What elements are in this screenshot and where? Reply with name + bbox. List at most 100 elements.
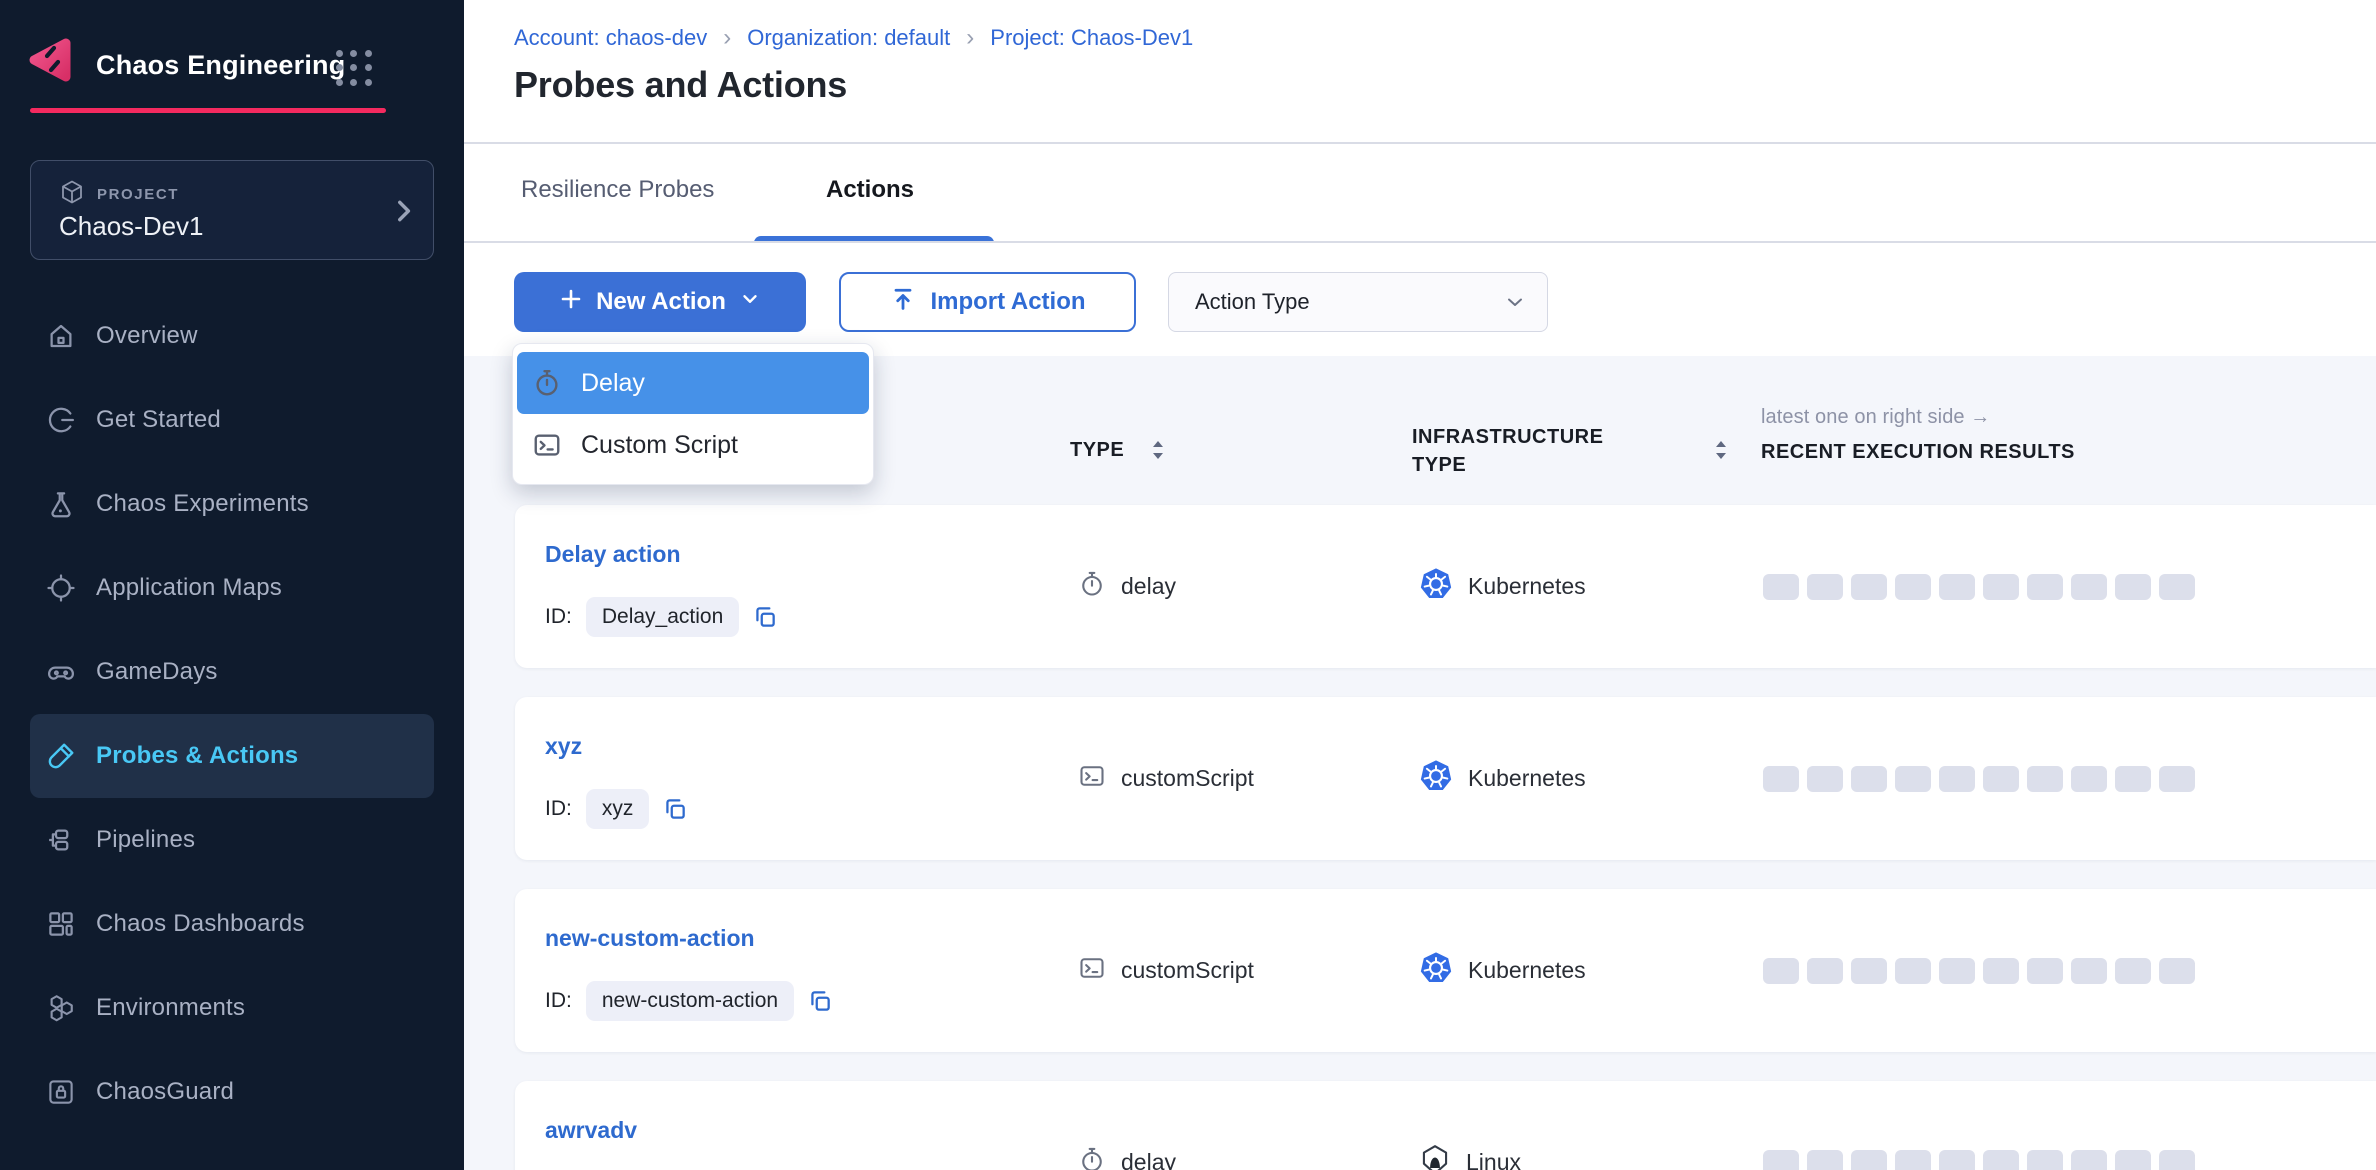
execution-result-placeholder: [1983, 958, 2019, 984]
execution-result-placeholder: [1807, 958, 1843, 984]
execution-result-placeholder: [1983, 574, 2019, 600]
new-action-menu: Delay Custom Script: [512, 343, 874, 485]
app-title: Chaos Engineering: [96, 50, 345, 81]
project-label: PROJECT: [97, 186, 179, 203]
table-row: new-custom-action ID: new-custom-action: [515, 889, 2376, 1052]
sidebar-item-label: Application Maps: [96, 574, 282, 602]
execution-result-placeholder: [1939, 766, 1975, 792]
column-header-type[interactable]: TYPE: [1070, 436, 1124, 464]
execution-result-placeholder: [2159, 766, 2195, 792]
sidebar-item-overview[interactable]: Overview: [30, 294, 434, 378]
sidebar-item-probes-and-actions[interactable]: Probes & Actions: [30, 714, 434, 798]
chevron-down-icon: [739, 288, 761, 317]
breadcrumb-project-link[interactable]: Project: Chaos-Dev1: [990, 25, 1193, 51]
execution-result-placeholder: [2071, 766, 2107, 792]
action-type-filter[interactable]: Action Type: [1168, 272, 1548, 332]
id-label: ID:: [545, 989, 572, 1013]
terminal-icon: [531, 429, 563, 461]
menu-item-label: Custom Script: [581, 431, 738, 460]
column-header-infrastructure-type[interactable]: INFRASTRUCTURE TYPE: [1412, 423, 1603, 479]
new-action-label: New Action: [596, 288, 726, 316]
infrastructure-cell: Linux: [1419, 1081, 1521, 1170]
execution-result-placeholder: [2115, 958, 2151, 984]
copy-icon[interactable]: [752, 604, 778, 630]
stopwatch-icon: [1078, 1146, 1106, 1170]
sidebar-item-chaos-dashboards[interactable]: Chaos Dashboards: [30, 882, 434, 966]
breadcrumb-organization-link[interactable]: Organization: default: [747, 25, 950, 51]
recent-execution-results: [1763, 1081, 2195, 1170]
tab-actions[interactable]: Actions: [826, 176, 914, 204]
execution-result-placeholder: [1895, 958, 1931, 984]
execution-result-placeholder: [2027, 958, 2063, 984]
linux-icon: [1419, 1144, 1451, 1170]
execution-result-placeholder: [1983, 1150, 2019, 1170]
sidebar-item-gamedays[interactable]: GameDays: [30, 630, 434, 714]
project-selector[interactable]: PROJECT Chaos-Dev1: [30, 160, 434, 260]
new-action-button[interactable]: New Action: [514, 272, 806, 332]
sidebar-nav: Overview Get Started Chaos Experiment: [0, 294, 464, 1134]
menu-item-delay[interactable]: Delay: [517, 352, 869, 414]
app-switcher-grid-icon[interactable]: [336, 50, 374, 88]
sidebar-item-get-started[interactable]: Get Started: [30, 378, 434, 462]
sidebar-item-label: Pipelines: [96, 826, 195, 854]
execution-result-placeholder: [1895, 574, 1931, 600]
execution-result-placeholder: [1763, 766, 1799, 792]
action-type-filter-value: Action Type: [1195, 289, 1503, 315]
import-action-button[interactable]: Import Action: [839, 272, 1136, 332]
project-label-row: PROJECT: [59, 179, 179, 210]
action-id-row: ID: Delay_action: [545, 597, 778, 637]
copy-icon[interactable]: [807, 988, 833, 1014]
execution-result-placeholder: [1895, 1150, 1931, 1170]
action-name-link[interactable]: new-custom-action: [545, 925, 755, 952]
sidebar-item-label: Environments: [96, 994, 245, 1022]
action-id-row: ID: new-custom-action: [545, 981, 833, 1021]
sidebar-item-label: Probes & Actions: [96, 742, 298, 770]
sidebar-item-application-maps[interactable]: Application Maps: [30, 546, 434, 630]
execution-result-placeholder: [1763, 1150, 1799, 1170]
sidebar-item-label: Chaos Experiments: [96, 490, 309, 518]
sidebar-item-chaos-experiments[interactable]: Chaos Experiments: [30, 462, 434, 546]
execution-result-placeholder: [2071, 574, 2107, 600]
import-action-label: Import Action: [930, 288, 1085, 316]
execution-result-placeholder: [1983, 766, 2019, 792]
execution-result-placeholder: [1807, 766, 1843, 792]
execution-result-placeholder: [1763, 958, 1799, 984]
shield-lock-icon: [45, 1076, 77, 1108]
sidebar-item-pipelines[interactable]: Pipelines: [30, 798, 434, 882]
recent-results-note: latest one on right side →: [1761, 406, 1990, 429]
table-row: awrvadv delay: [515, 1081, 2376, 1170]
breadcrumb-account-link[interactable]: Account: chaos-dev: [514, 25, 707, 51]
tab-resilience-probes[interactable]: Resilience Probes: [521, 176, 714, 204]
action-name-link[interactable]: Delay action: [545, 541, 681, 568]
column-header-recent-execution-results: RECENT EXECUTION RESULTS: [1761, 438, 2075, 466]
action-name-link[interactable]: awrvadv: [545, 1117, 637, 1144]
sidebar-item-chaosguard[interactable]: ChaosGuard: [30, 1050, 434, 1134]
chevron-right-icon: [389, 197, 417, 230]
execution-result-placeholder: [2159, 1150, 2195, 1170]
sidebar-item-label: GameDays: [96, 658, 218, 686]
kubernetes-icon: [1419, 951, 1453, 991]
menu-item-custom-script[interactable]: Custom Script: [517, 414, 869, 476]
action-name-link[interactable]: xyz: [545, 733, 582, 760]
action-id-value: Delay_action: [586, 597, 739, 637]
breadcrumb: Account: chaos-dev › Organization: defau…: [514, 24, 1193, 52]
sidebar-item-label: ChaosGuard: [96, 1078, 234, 1106]
tabs-divider: [464, 241, 2376, 243]
breadcrumb-separator: ›: [966, 24, 974, 52]
action-id-row: ID: xyz: [545, 789, 688, 829]
infrastructure-cell: Kubernetes: [1419, 505, 1586, 668]
sort-icon[interactable]: [1149, 438, 1167, 462]
execution-result-placeholder: [1807, 574, 1843, 600]
dashboard-icon: [45, 908, 77, 940]
sidebar-item-environments[interactable]: Environments: [30, 966, 434, 1050]
chevron-down-icon: [1503, 290, 1527, 314]
gamepad-icon: [45, 656, 77, 688]
sort-icon[interactable]: [1712, 438, 1730, 462]
execution-result-placeholder: [1895, 766, 1931, 792]
main-content: Account: chaos-dev › Organization: defau…: [464, 0, 2376, 1170]
sidebar: Chaos Engineering PROJECT Chaos-Dev1: [0, 0, 464, 1170]
project-name: Chaos-Dev1: [59, 211, 204, 242]
stopwatch-icon: [531, 367, 563, 399]
copy-icon[interactable]: [662, 796, 688, 822]
table-row: Delay action ID: Delay_action: [515, 505, 2376, 668]
